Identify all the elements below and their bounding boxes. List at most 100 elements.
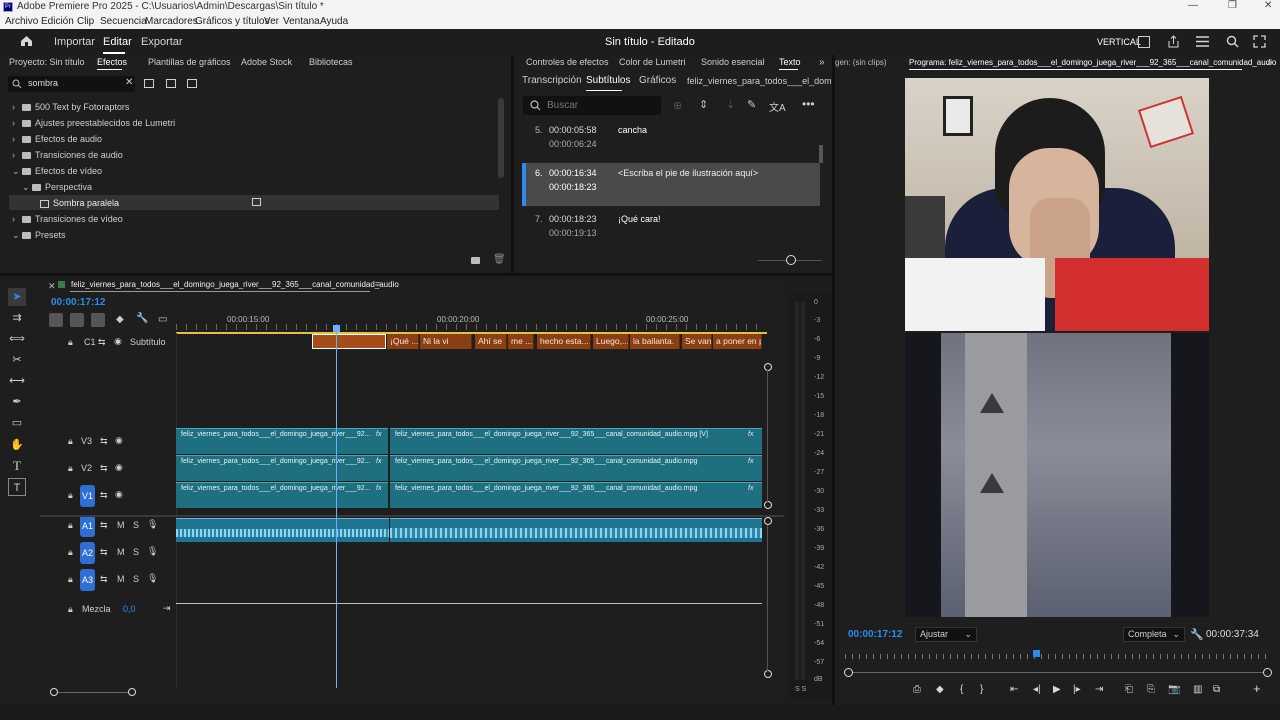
menu-ver[interactable]: Ver <box>264 16 279 27</box>
menu-marcadores[interactable]: Marcadores <box>145 16 198 27</box>
caption-row[interactable]: 5. 00:00:05:58 00:00:06:24 cancha <box>522 120 820 162</box>
go-to-in-icon[interactable]: ⇤ <box>1010 684 1018 695</box>
go-to-end-icon[interactable]: ⇥ <box>163 603 171 614</box>
mic-icon[interactable]: 🎙︎ <box>147 573 158 584</box>
video-clip[interactable]: feliz_viernes_para_todos___el_domingo_ju… <box>176 455 388 481</box>
menu-secuencia[interactable]: Secuencia <box>100 16 147 27</box>
effects-search-input[interactable]: sombra <box>28 78 58 88</box>
zoom-handle-right[interactable] <box>128 688 136 696</box>
nav-editar[interactable]: Editar <box>103 36 132 48</box>
program-time-ruler[interactable] <box>845 654 1270 659</box>
caption-zoom-handle[interactable] <box>786 255 796 265</box>
lock-icon[interactable]: 🔒︎ <box>68 337 73 348</box>
camera-icon[interactable]: 📷 <box>1168 684 1180 695</box>
sequence-name[interactable]: feliz_viernes_para_todos___el_domingo_ju… <box>71 280 399 289</box>
sync-lock-icon[interactable]: ⇆ <box>100 490 108 501</box>
export-frame-icon[interactable]: ⎙ <box>913 684 921 695</box>
mic-icon[interactable]: 🎙︎ <box>147 546 158 557</box>
mark-out-icon[interactable]: } <box>980 684 983 695</box>
solo-buttons[interactable]: S S <box>795 686 806 693</box>
menu-clip[interactable]: Clip <box>77 16 94 27</box>
timeline-settings-icon[interactable]: 🔧 <box>136 313 148 324</box>
subtab-subtitulos[interactable]: Subtítulos <box>586 75 630 86</box>
quality-dropdown[interactable]: Completa ⌄ <box>1123 627 1185 642</box>
lock-icon[interactable]: 🔒︎ <box>68 547 73 558</box>
lock-icon[interactable]: 🔒︎ <box>68 490 73 501</box>
sync-lock-icon[interactable]: ⇆ <box>100 547 108 558</box>
slip-tool-icon[interactable]: ⟷ <box>8 372 26 390</box>
eye-icon[interactable]: ◉ <box>115 489 123 500</box>
accelerated-effects-icon[interactable] <box>144 79 154 88</box>
caption-row[interactable]: 7. 00:00:18:23 00:00:19:13 ¡Qué cara! <box>522 209 820 251</box>
compare-view-icon[interactable]: ▥ <box>1193 684 1202 695</box>
caption-tool-icon[interactable]: T <box>8 478 26 496</box>
workspace-layout-icon[interactable] <box>1138 36 1150 48</box>
go-to-out-icon[interactable]: ⇥ <box>1095 684 1103 695</box>
delete-icon[interactable]: 🗑 <box>493 254 506 265</box>
nav-exportar[interactable]: Exportar <box>141 36 183 48</box>
mix-value[interactable]: 0,0 <box>123 604 136 614</box>
subtitle-clip[interactable]: a poner en p <box>713 334 762 349</box>
tree-item-perspectiva[interactable]: ⌄ Perspectiva <box>22 182 92 193</box>
audio-scrollbar[interactable] <box>767 525 768 671</box>
lock-icon[interactable]: 🔒︎ <box>68 574 73 585</box>
play-icon[interactable]: ▶ <box>1053 684 1061 695</box>
more-tabs-icon[interactable]: » <box>1267 57 1273 68</box>
lock-icon[interactable]: 🔒︎ <box>68 463 73 474</box>
track-id-active[interactable]: A3 <box>80 569 95 591</box>
panel-separator[interactable] <box>511 55 514 273</box>
video-scroll-handle[interactable] <box>764 501 772 509</box>
fullscreen-icon[interactable] <box>1253 35 1266 48</box>
more-tabs-icon[interactable]: » <box>819 57 825 68</box>
split-caption-icon[interactable]: ⇕ <box>699 98 708 111</box>
effects-scrollbar[interactable] <box>498 98 504 178</box>
hand-tool-icon[interactable]: ✋ <box>8 436 26 454</box>
subtitle-clip[interactable]: Ni la vi <box>420 334 472 349</box>
eye-icon[interactable]: ◉ <box>115 462 123 473</box>
video-clip[interactable]: feliz_viernes_para_todos___el_domingo_ju… <box>390 455 762 481</box>
sequence-menu-icon[interactable]: ≡ <box>375 279 380 289</box>
add-marker-icon[interactable]: ◆ <box>936 684 944 695</box>
video-clip[interactable]: feliz_viernes_para_todos___el_domingo_ju… <box>176 482 388 508</box>
tab-controles-efectos[interactable]: Controles de efectos <box>526 57 609 67</box>
razor-tool-icon[interactable]: ✂ <box>8 351 26 369</box>
timeline-timecode[interactable]: 00:00:17:12 <box>51 297 105 308</box>
solo-button[interactable]: S <box>133 547 139 557</box>
home-icon[interactable] <box>20 35 33 47</box>
maximize-icon[interactable]: ❐ <box>1228 0 1237 11</box>
caption-search-input[interactable]: Buscar <box>547 100 578 111</box>
subtitle-clip[interactable]: me ... <box>508 334 534 349</box>
vertical-label[interactable]: VERTICAL <box>1097 37 1141 47</box>
step-back-icon[interactable]: ◂| <box>1033 684 1041 695</box>
timeline-ruler-ticks[interactable] <box>176 324 766 330</box>
caption-track-options-icon[interactable]: ▭ <box>158 314 167 325</box>
program-monitor-tab[interactable]: Programa: feliz_viernes_para_todos___el_… <box>909 58 1276 67</box>
video-clip[interactable]: feliz_viernes_para_todos___el_domingo_ju… <box>390 428 762 454</box>
add-marker-icon[interactable]: ◆ <box>116 314 124 325</box>
nest-toggle-icon[interactable] <box>49 313 63 327</box>
search-icon[interactable] <box>1226 35 1239 48</box>
mix-level-line[interactable] <box>176 603 762 604</box>
sync-lock-icon[interactable]: ⇆ <box>98 337 106 348</box>
menu-edicion[interactable]: Edición <box>41 16 74 27</box>
proxy-toggle-icon[interactable]: ⧉ <box>1213 684 1220 695</box>
selection-tool-icon[interactable]: ➤ <box>8 288 26 306</box>
track-id-active[interactable]: V1 <box>80 485 95 507</box>
video-clip[interactable]: feliz_viernes_para_todos___el_domingo_ju… <box>390 482 762 508</box>
subtitle-clip[interactable]: Ahí se <box>475 334 507 349</box>
menu-graficos[interactable]: Gráficos y títulos <box>195 16 269 27</box>
track-id-active[interactable]: A1 <box>80 515 95 537</box>
track-select-tool-icon[interactable]: ⇉ <box>8 309 26 327</box>
subtitle-clip[interactable]: Luego,... <box>593 334 629 349</box>
tab-adobe-stock[interactable]: Adobe Stock <box>241 57 292 67</box>
subtitle-clip-selected[interactable] <box>312 334 386 349</box>
subtitle-clip[interactable]: Se van <box>682 334 712 349</box>
tab-texto[interactable]: Texto <box>779 57 801 67</box>
nav-importar[interactable]: Importar <box>54 36 95 48</box>
menu-archivo[interactable]: Archivo <box>5 16 38 27</box>
sync-lock-icon[interactable]: ⇆ <box>100 436 108 447</box>
add-caption-icon[interactable]: ⊕ <box>673 99 682 112</box>
mic-icon[interactable]: 🎙︎ <box>147 519 158 530</box>
close-sequence-icon[interactable]: ✕ <box>48 281 56 292</box>
close-icon[interactable]: ✕ <box>1264 0 1272 11</box>
